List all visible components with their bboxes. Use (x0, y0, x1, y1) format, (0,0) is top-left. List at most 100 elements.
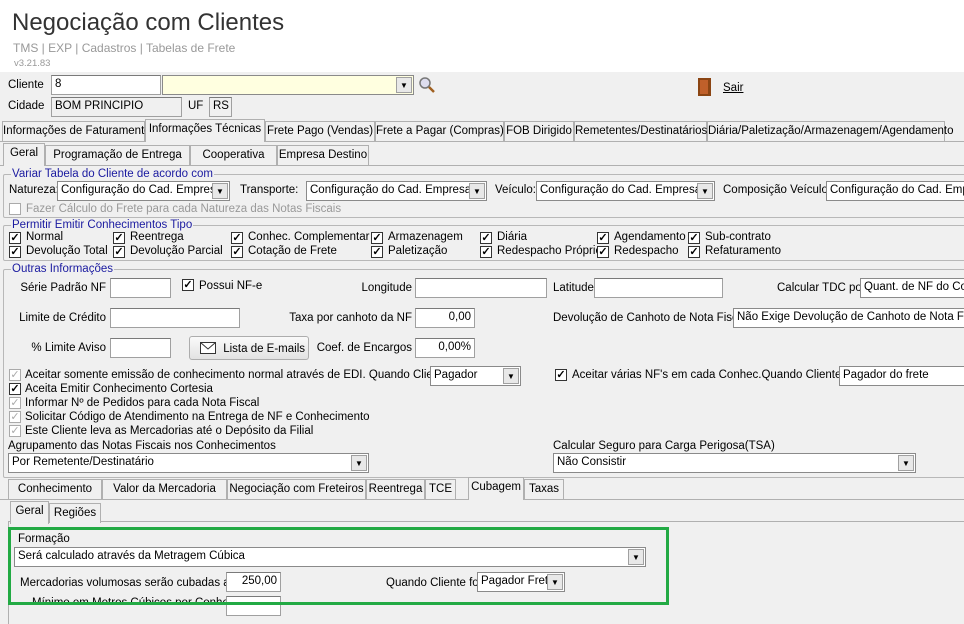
latitude-label: Latitude (553, 282, 594, 294)
chevron-down-icon: ▼ (351, 455, 367, 471)
tab-diaria[interactable]: Diária/Paletização/Armazenagem/Agendamen… (707, 121, 953, 141)
tab-taxas[interactable]: Taxas (524, 479, 564, 499)
aviso-input[interactable] (110, 338, 171, 358)
transporte-label: Transporte: (240, 184, 299, 196)
outras-title: Outras Informações (11, 263, 114, 275)
uf-label: UF (188, 100, 204, 112)
innertab-regioes[interactable]: Regiões (49, 503, 101, 523)
agrupamento-select[interactable]: Por Remetente/Destinatário ▼ (8, 453, 369, 473)
seguro-select[interactable]: Não Consistir ▼ (553, 453, 916, 473)
uf-field: RS (209, 97, 232, 117)
permitir-checkbox[interactable]: ✓ (9, 232, 21, 244)
cliente-name-combo[interactable]: ▼ (162, 75, 414, 95)
permitir-checkbox[interactable]: ✓ (371, 246, 383, 258)
subtab-cooperativa[interactable]: Cooperativa (190, 145, 277, 165)
composicao-label: Composição Veículo (723, 184, 828, 196)
tab-faturamento[interactable]: Informações de Faturamento (2, 121, 151, 141)
coef-input[interactable]: 0,00% (415, 338, 475, 358)
taxa-input[interactable]: 0,00 (415, 308, 475, 328)
tab-remetentes[interactable]: Remetentes/Destinatários (574, 121, 707, 141)
chevron-down-icon[interactable]: ▼ (396, 77, 412, 93)
deposito-checkbox[interactable]: ✓ (9, 425, 21, 437)
permitir-label: Redespacho (614, 245, 679, 257)
sub-tabbar: Geral Programação de Entrega Cooperativa… (0, 143, 964, 166)
varias-nf-label: Aceitar várias NF's em cada Conhec.Quand… (572, 369, 858, 381)
permitir-checkbox[interactable]: ✓ (9, 246, 21, 258)
cidade-field: BOM PRINCIPIO (51, 97, 182, 117)
possui-nfe-checkbox[interactable]: ✓ (182, 279, 194, 291)
limite-label: Limite de Crédito (19, 312, 106, 324)
cliente-code-input[interactable]: 8 (51, 75, 161, 95)
permitir-label: Devolução Total (26, 245, 108, 257)
inner-tabbar: Geral Regiões (8, 501, 964, 524)
permitir-checkbox[interactable]: ✓ (688, 232, 700, 244)
agrupamento-value: Por Remetente/Destinatário (12, 456, 154, 468)
limite-input[interactable] (110, 308, 240, 328)
tab-tce[interactable]: TCE (425, 479, 456, 499)
agrupamento-label: Agrupamento das Notas Fiscais nos Conhec… (8, 440, 276, 452)
permitir-checkbox[interactable]: ✓ (113, 232, 125, 244)
permitir-label: Reentrega (130, 231, 184, 243)
possui-nfe-label: Possui NF-e (199, 280, 263, 292)
composicao-select[interactable]: Configuração do Cad. Empresas (826, 181, 964, 201)
permitir-checkbox[interactable]: ✓ (480, 246, 492, 258)
pedidos-checkbox[interactable]: ✓ (9, 397, 21, 409)
chevron-down-icon: ▼ (212, 183, 228, 199)
door-exit-icon[interactable] (697, 77, 713, 97)
permitir-label: Diária (497, 231, 528, 243)
tab-informacoes-tecnicas[interactable]: Informações Técnicas (145, 119, 265, 142)
subtab-geral[interactable]: Geral (3, 143, 45, 166)
natureza-select[interactable]: Configuração do Cad. Empresas ▼ (57, 181, 230, 201)
permitir-label: Agendamento (614, 231, 686, 243)
tab-frete-a-pagar[interactable]: Frete a Pagar (Compras) (375, 121, 504, 141)
cidade-label: Cidade (8, 100, 45, 112)
permitir-checkbox[interactable]: ✓ (597, 246, 609, 258)
tab-reentrega[interactable]: Reentrega (366, 479, 425, 499)
page-header: Negociação com Clientes TMS | EXP | Cada… (0, 0, 964, 72)
tab-frete-pago[interactable]: Frete Pago (Vendas) (265, 121, 375, 141)
tdc-select[interactable]: Quant. de NF do Conhecimento (860, 278, 964, 298)
permitir-label: Devolução Parcial (130, 245, 223, 257)
edi-checkbox[interactable]: ✓ (9, 369, 21, 381)
lista-emails-button[interactable]: Lista de E-mails (189, 336, 309, 360)
cortesia-checkbox[interactable]: ✓ (9, 383, 21, 395)
tab-fob-dirigido[interactable]: FOB Dirigido (504, 121, 574, 141)
veiculo-select[interactable]: Configuração do Cad. Empresas ▼ (536, 181, 715, 201)
subtab-programacao[interactable]: Programação de Entrega (45, 145, 190, 165)
permitir-checkbox[interactable]: ✓ (231, 246, 243, 258)
edi-value: Pagador (434, 369, 478, 381)
devolucao-select[interactable]: Não Exige Devolução de Canhoto de Nota F… (733, 308, 964, 328)
serie-input[interactable] (110, 278, 171, 298)
permitir-label: Conhec. Complementar (248, 231, 370, 243)
varias-nf-select[interactable]: Pagador do frete (839, 366, 964, 386)
permitir-label: Paletização (388, 245, 448, 257)
varias-nf-checkbox[interactable]: ✓ (555, 369, 567, 381)
subtab-empresa-destino[interactable]: Empresa Destino (277, 145, 369, 165)
permitir-checkbox[interactable]: ✓ (371, 232, 383, 244)
chevron-down-icon: ▼ (898, 455, 914, 471)
tab-conhecimento[interactable]: Conhecimento (8, 479, 102, 499)
permitir-checkbox[interactable]: ✓ (480, 232, 492, 244)
permitir-label: Redespacho Próprio (497, 245, 602, 257)
edi-select[interactable]: Pagador ▼ (430, 366, 521, 386)
search-icon[interactable] (418, 76, 436, 94)
tab-valor-mercadoria[interactable]: Valor da Mercadoria (102, 479, 227, 499)
codigo-atendimento-checkbox[interactable]: ✓ (9, 411, 21, 423)
calculo-natureza-checkbox[interactable] (9, 203, 21, 215)
sair-button[interactable]: Sair (723, 82, 743, 94)
tab-negociacao-freteiros[interactable]: Negociação com Freteiros (227, 479, 366, 499)
permitir-checkbox[interactable]: ✓ (113, 246, 125, 258)
permitir-checkbox[interactable]: ✓ (597, 232, 609, 244)
latitude-input[interactable] (594, 278, 723, 298)
permitir-checkbox[interactable]: ✓ (231, 232, 243, 244)
transporte-select[interactable]: Configuração do Cad. Empresas ▼ (306, 181, 487, 201)
deposito-label: Este Cliente leva as Mercadorias até o D… (25, 425, 314, 437)
calculo-natureza-label: Fazer Cálculo do Frete para cada Naturez… (26, 203, 342, 215)
tab-cubagem[interactable]: Cubagem (468, 477, 524, 500)
pedidos-label: Informar Nº de Pedidos para cada Nota Fi… (25, 397, 260, 409)
innertab-geral[interactable]: Geral (10, 501, 49, 524)
longitude-input[interactable] (415, 278, 547, 298)
serie-label: Série Padrão NF (20, 282, 106, 294)
cliente-label: Cliente (8, 79, 44, 91)
permitir-checkbox[interactable]: ✓ (688, 246, 700, 258)
